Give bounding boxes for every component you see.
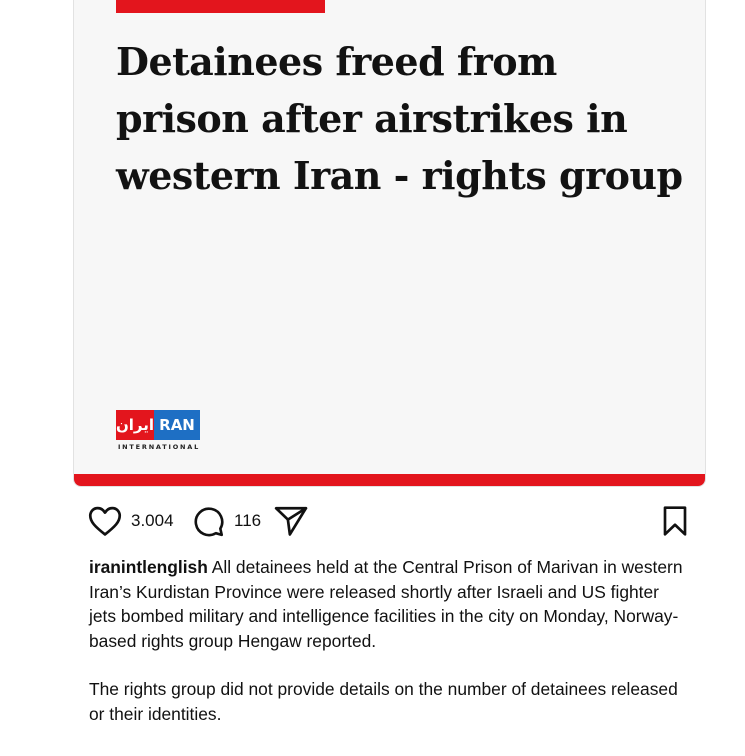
likes-count[interactable]: 3.004 (131, 511, 174, 531)
logo-persian-text: ایران (116, 410, 154, 440)
comments-count[interactable]: 116 (234, 511, 261, 531)
iran-international-logo: ایران RAN INTERNATIONAL (116, 410, 202, 451)
post-image[interactable]: Detainees freed from prison after airstr… (73, 0, 706, 487)
logo-english-text: RAN (154, 410, 200, 440)
comment-icon[interactable] (192, 505, 225, 538)
comment-action: 116 (192, 503, 261, 539)
bookmark-icon[interactable] (660, 505, 690, 537)
send-icon[interactable] (274, 505, 308, 537)
share-action (274, 503, 308, 539)
post-actions-bar: 3.004 116 (88, 503, 693, 539)
post-headline: Detainees freed from prison after airstr… (116, 39, 683, 198)
red-top-tag (116, 0, 325, 13)
caption-paragraph-2: The rights group did not provide details… (89, 679, 678, 724)
red-bottom-bar (74, 474, 705, 486)
save-action (660, 503, 690, 539)
logo-subtitle: INTERNATIONAL (117, 443, 201, 451)
caption-username[interactable]: iranintlenglish (89, 557, 208, 577)
caption-paragraph-1: iranintlenglish All detainees held at th… (89, 555, 689, 653)
like-action: 3.004 (88, 503, 174, 539)
heart-icon[interactable] (88, 505, 122, 537)
post-caption: iranintlenglish All detainees held at th… (89, 555, 689, 726)
